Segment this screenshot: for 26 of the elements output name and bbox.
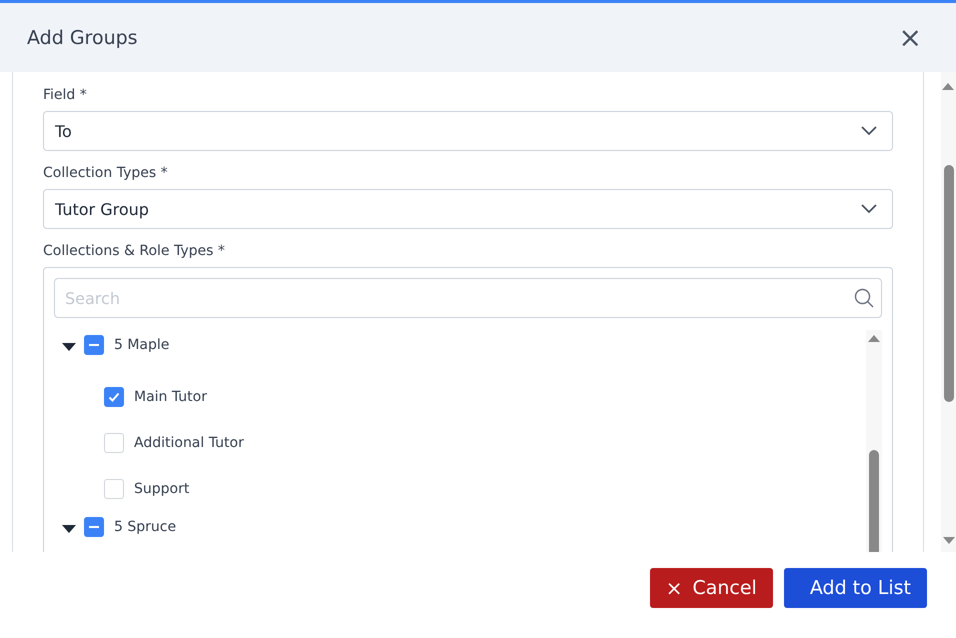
field-label: Collection Types * [43,165,169,181]
field-label: Collections & Role Types * [43,243,226,259]
tree-item-label[interactable]: Additional Tutor [134,435,244,451]
search-icon [854,288,874,308]
field-label: Field * [43,87,88,103]
dropdown-field[interactable]: To [43,111,893,151]
check-icon [107,390,121,404]
caret-icon[interactable] [62,343,76,351]
tree-item-label[interactable]: Support [134,481,190,497]
scrollbar[interactable] [866,330,882,552]
tree-item-label[interactable]: 5 Maple [114,337,170,353]
search-field[interactable]: Search [54,278,882,318]
checkbox[interactable] [84,517,104,537]
checkbox[interactable] [84,335,104,355]
dialog-title: Add Groups [27,26,138,48]
chevron-down-icon [860,126,877,136]
dropdown-field[interactable]: Tutor Group [43,189,893,229]
close-button[interactable]: × [894,24,926,52]
cancel-button[interactable]: × Cancel [650,568,773,608]
checkbox[interactable] [104,387,124,407]
tree-item-label[interactable]: Main Tutor [134,389,207,405]
scrollbar[interactable] [940,72,956,552]
tree-item-label[interactable]: 5 Spruce [114,519,176,535]
caret-icon[interactable] [62,525,76,533]
chevron-down-icon [860,204,877,214]
add-button[interactable]: Add to List [784,568,927,608]
